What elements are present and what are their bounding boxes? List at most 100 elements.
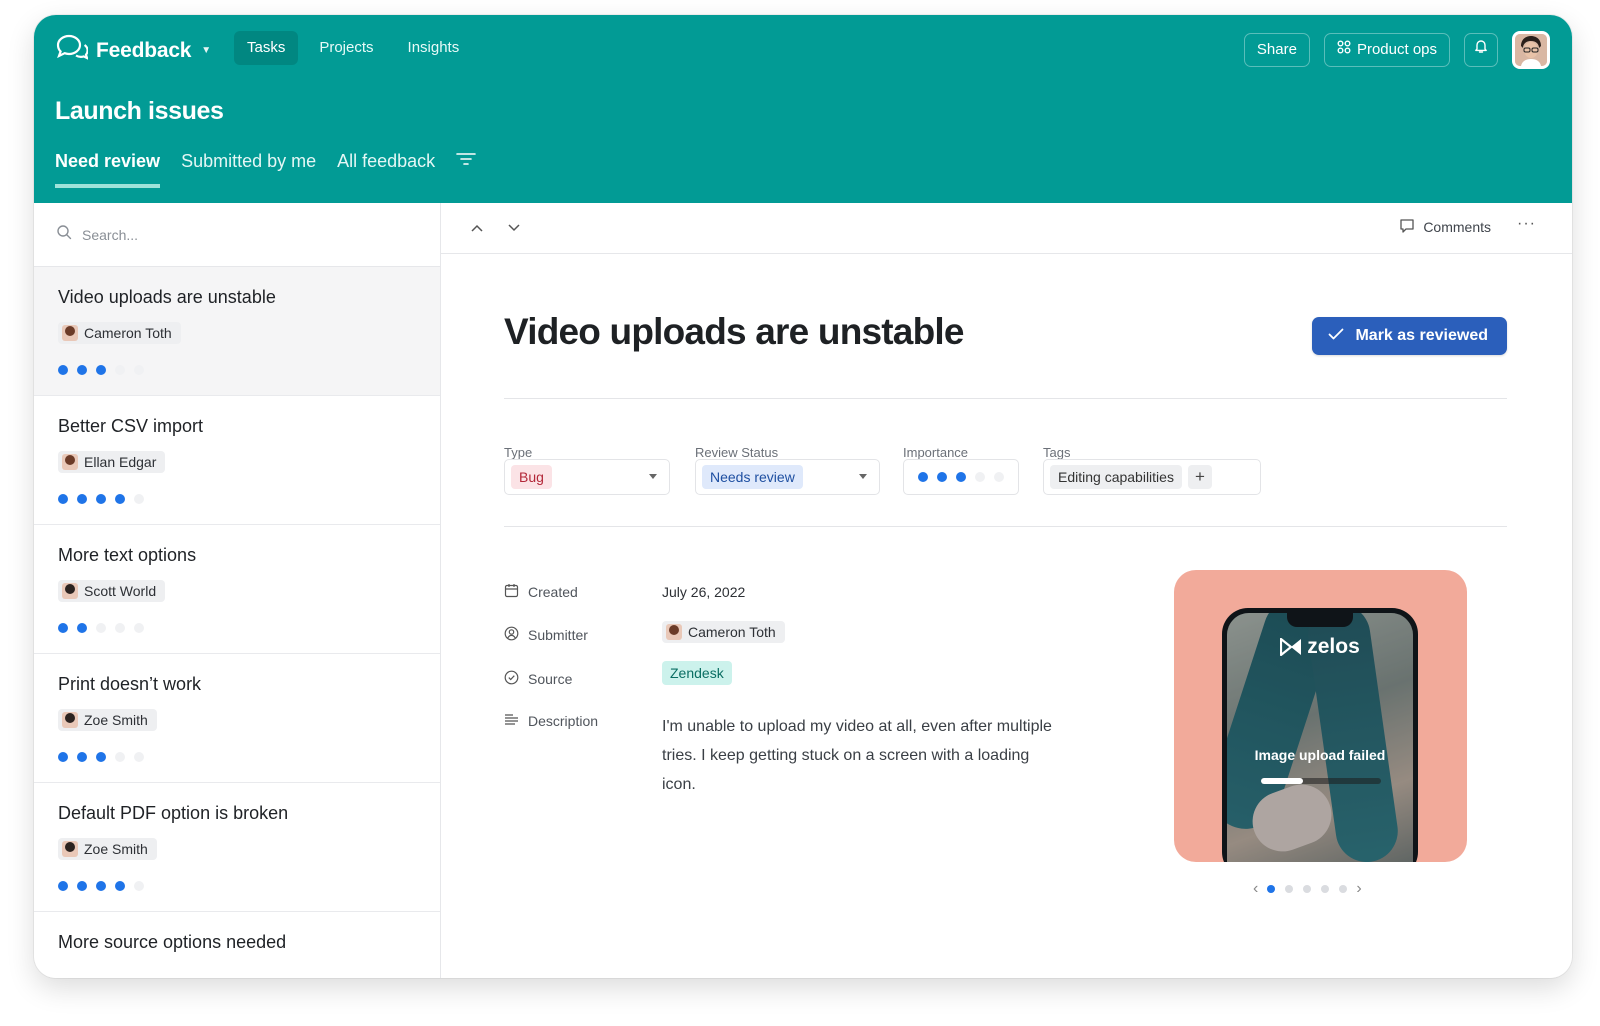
list-item[interactable]: Default PDF option is broken Zoe Smith: [34, 783, 440, 912]
importance-dot: [96, 494, 106, 504]
importance-dot: [115, 623, 125, 633]
detail-panel: Comments ··· Video uploads are unstable …: [441, 203, 1572, 978]
submitter-name: Scott World: [84, 583, 157, 599]
carousel-dot[interactable]: [1285, 885, 1294, 893]
caret-down-icon: [649, 474, 657, 479]
user-avatar[interactable]: [1512, 31, 1550, 69]
importance-dot: [115, 752, 125, 762]
detail-title: Video uploads are unstable: [504, 311, 964, 352]
source-label: Source: [528, 671, 573, 687]
chevron-right-icon[interactable]: ›: [1356, 880, 1361, 898]
bell-icon: [1473, 34, 1489, 66]
importance-dot: [58, 623, 68, 633]
view-tabs: Need review Submitted by me All feedback: [55, 151, 476, 188]
importance-dot: [77, 365, 87, 375]
importance-field[interactable]: [903, 459, 1019, 495]
search-icon: [56, 224, 72, 245]
chevron-down-icon[interactable]: [507, 220, 521, 238]
nav-projects[interactable]: Projects: [306, 31, 386, 65]
list-item[interactable]: More text options Scott World: [34, 525, 440, 654]
type-select[interactable]: Bug: [504, 459, 670, 495]
product-ops-button[interactable]: Product ops: [1323, 33, 1450, 67]
carousel-dot[interactable]: [1321, 885, 1330, 893]
avatar: [666, 624, 682, 640]
importance-dots: [58, 881, 416, 891]
list-item[interactable]: Video uploads are unstable Cameron Toth: [34, 267, 440, 396]
review-status-select[interactable]: Needs review: [695, 459, 880, 495]
importance-dot: [134, 365, 144, 375]
tab-submitted-by-me[interactable]: Submitted by me: [181, 151, 316, 188]
attachment-image[interactable]: zelos Image upload failed: [1174, 570, 1467, 862]
divider: [504, 398, 1507, 399]
carousel-dot[interactable]: [1267, 885, 1276, 893]
tags-label: Tags: [1043, 445, 1071, 460]
list-item[interactable]: Better CSV import Ellan Edgar: [34, 396, 440, 525]
review-status-label: Review Status: [695, 445, 779, 460]
tags-field[interactable]: Editing capabilities +: [1043, 459, 1261, 495]
submitter-chip[interactable]: Cameron Toth: [662, 621, 785, 643]
submitter-chip: Zoe Smith: [58, 838, 157, 860]
search-input[interactable]: [82, 226, 382, 243]
nav-tasks[interactable]: Tasks: [234, 31, 299, 65]
submitter-row: Submitter: [504, 626, 588, 644]
importance-dots: [918, 472, 1004, 482]
filter-icon[interactable]: [456, 152, 476, 187]
importance-dot: [96, 752, 106, 762]
importance-dot: [134, 752, 144, 762]
importance-dot: [134, 881, 144, 891]
tab-all-feedback[interactable]: All feedback: [337, 151, 435, 188]
created-row: Created: [504, 583, 578, 601]
carousel-dot[interactable]: [1303, 885, 1312, 893]
avatar: [62, 583, 78, 599]
description-row: Description: [504, 713, 598, 729]
chevron-up-icon[interactable]: [470, 220, 484, 238]
page-title: Launch issues: [55, 97, 224, 125]
type-chip: Bug: [511, 465, 552, 489]
carousel-dot[interactable]: [1339, 885, 1348, 893]
review-status-chip: Needs review: [702, 465, 803, 489]
workspace-switcher[interactable]: Feedback ▼: [56, 33, 211, 68]
importance-dot: [134, 623, 144, 633]
feedback-list-panel: Video uploads are unstable Cameron Toth …: [34, 203, 441, 978]
importance-dots: [58, 623, 416, 633]
list-item[interactable]: Print doesn’t work Zoe Smith: [34, 654, 440, 783]
tab-need-review[interactable]: Need review: [55, 151, 161, 188]
importance-dot: [58, 752, 68, 762]
upload-progress-bar: [1261, 778, 1381, 784]
mark-as-reviewed-button[interactable]: Mark as reviewed: [1312, 317, 1507, 355]
submitter-name: Zoe Smith: [84, 841, 148, 857]
importance-dot: [77, 881, 87, 891]
nav-insights[interactable]: Insights: [395, 31, 473, 65]
importance-dot: [975, 472, 985, 482]
importance-dots: [58, 365, 416, 375]
add-tag-button[interactable]: +: [1187, 465, 1212, 489]
submitter-chip: Ellan Edgar: [58, 451, 166, 473]
share-button[interactable]: Share: [1243, 33, 1310, 67]
comments-button[interactable]: Comments: [1399, 218, 1491, 236]
importance-dot: [134, 494, 144, 504]
upload-progress-fill: [1261, 778, 1303, 784]
product-ops-label: Product ops: [1356, 41, 1437, 58]
source-value: Zendesk: [662, 661, 732, 685]
detail-toolbar: Comments ···: [441, 203, 1572, 254]
importance-dot: [115, 881, 125, 891]
item-title: Better CSV import: [58, 416, 204, 436]
avatar: [62, 712, 78, 728]
description-text: I'm unable to upload my video at all, ev…: [662, 718, 1052, 793]
check-circle-icon: [504, 670, 519, 688]
importance-dot: [115, 494, 125, 504]
notifications-button[interactable]: [1464, 33, 1498, 67]
importance-dot: [937, 472, 947, 482]
importance-dot: [96, 623, 106, 633]
calendar-icon: [504, 583, 519, 601]
importance-dot: [115, 365, 125, 375]
divider: [504, 526, 1507, 527]
importance-dot: [994, 472, 1004, 482]
item-title: More source options needed: [58, 932, 287, 952]
importance-dot: [77, 623, 87, 633]
more-options-icon[interactable]: ···: [1517, 215, 1536, 233]
chevron-left-icon[interactable]: ‹: [1253, 880, 1258, 898]
list-item[interactable]: More source options needed: [34, 912, 440, 978]
app-window: Feedback ▼ Tasks Projects Insights Share…: [34, 15, 1572, 978]
importance-dot: [77, 752, 87, 762]
